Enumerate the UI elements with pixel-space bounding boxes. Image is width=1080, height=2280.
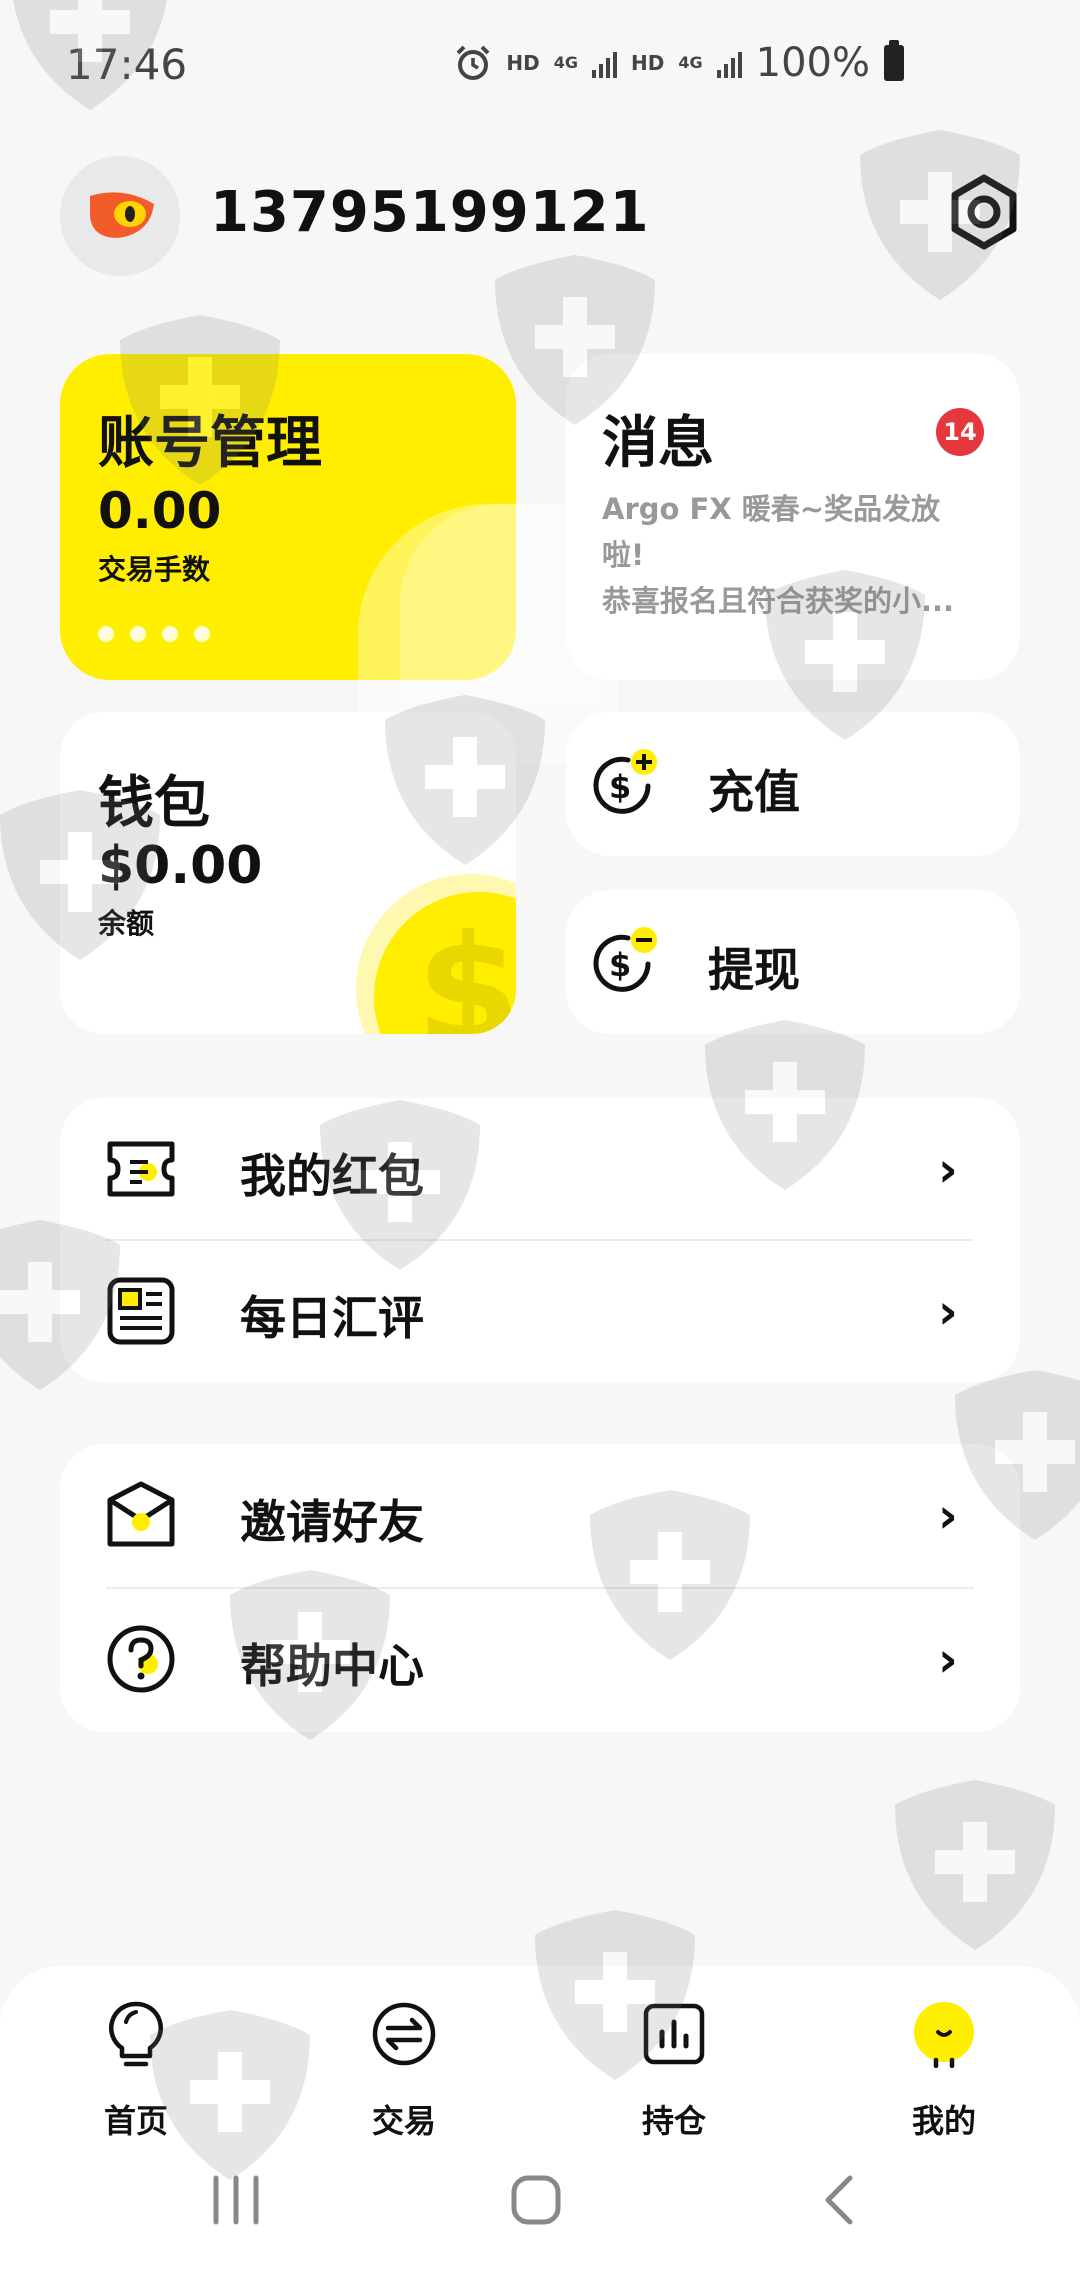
menu-label: 帮助中心: [240, 1639, 424, 1693]
red-packet-icon: [107, 1141, 175, 1197]
gear-icon: [951, 174, 1017, 250]
recent-apps-icon[interactable]: [206, 2170, 266, 2230]
menu-group-features: 我的红包 › 每日汇评 ›: [60, 1098, 1020, 1382]
menu-item-daily-review[interactable]: 每日汇评 ›: [60, 1240, 1020, 1380]
back-icon[interactable]: [810, 2170, 870, 2230]
unread-badge: 14: [936, 408, 984, 456]
recharge-label: 充值: [708, 765, 800, 819]
menu-group-support: 邀请好友 › 帮助中心 ›: [60, 1444, 1020, 1732]
withdraw-icon: $: [593, 927, 657, 992]
wallet-balance-value: $0.00: [98, 836, 263, 896]
menu-label: 每日汇评: [240, 1291, 424, 1345]
message-card-title: 消息: [602, 411, 714, 476]
page-dot: [194, 626, 210, 642]
message-preview-line: Argo FX 暖春~奖品发放: [602, 492, 941, 526]
invite-envelope-icon: [107, 1481, 175, 1547]
tab-profile[interactable]: 我的: [844, 2000, 1044, 2150]
message-card[interactable]: 消息 14 Argo FX 暖春~奖品发放 啦! 恭喜报名且符合获奖的小...: [566, 354, 1020, 680]
recharge-button[interactable]: $ 充值: [566, 712, 1020, 856]
wallet-card[interactable]: $ 钱包 $0.00 余额: [60, 712, 516, 1034]
tab-label: 我的: [911, 2102, 976, 2140]
bottom-navigation: 首页 交易 持仓 我的: [0, 1966, 1080, 2280]
network-label-2: 4G: [678, 53, 703, 72]
tab-label: 首页: [103, 2102, 168, 2140]
chevron-right-icon: ›: [938, 1488, 958, 1544]
wallet-card-title: 钱包: [98, 771, 210, 836]
network-label-1: 4G: [553, 53, 579, 72]
withdraw-label: 提现: [708, 943, 800, 997]
page-indicator: [98, 626, 210, 642]
page-dot: [130, 626, 146, 642]
bulb-icon: [109, 2001, 163, 2067]
hd-label-2: HD: [631, 51, 665, 75]
page-dot: [98, 626, 114, 642]
chart-icon: [643, 2003, 705, 2065]
message-preview-line: 啦!: [602, 538, 645, 572]
page-dot: [162, 626, 178, 642]
message-preview-line: 恭喜报名且符合获奖的小...: [602, 584, 955, 618]
status-bar: 17:46 HD 4G HD 4G 100%: [0, 0, 1080, 130]
tab-home[interactable]: 首页: [36, 2000, 236, 2150]
chevron-right-icon: ›: [938, 1632, 958, 1688]
status-time: 17:46: [66, 40, 188, 89]
menu-item-invite-friends[interactable]: 邀请好友 ›: [60, 1444, 1020, 1584]
signal-icon: [592, 48, 618, 78]
tab-label: 持仓: [641, 2102, 706, 2140]
battery-percent: 100%: [755, 40, 870, 86]
user-phone-number: 13795199121: [210, 180, 650, 245]
battery-icon: [884, 40, 904, 81]
account-card-title: 账号管理: [98, 411, 322, 476]
news-icon: [107, 1277, 175, 1345]
alarm-icon: [457, 45, 490, 80]
settings-button[interactable]: [944, 172, 1024, 252]
chevron-right-icon: ›: [938, 1142, 958, 1198]
menu-label: 邀请好友: [240, 1495, 424, 1549]
trade-lots-label: 交易手数: [98, 553, 211, 586]
avatar[interactable]: [60, 156, 180, 276]
tab-label: 交易: [371, 2102, 436, 2140]
status-icons: HD 4G HD 4G 100%: [454, 40, 904, 86]
signal-icon-2: [716, 48, 742, 78]
svg-text:$: $: [609, 946, 631, 984]
profile-icon: [914, 2002, 974, 2068]
tab-trade[interactable]: 交易: [304, 2000, 504, 2150]
deposit-icon: $: [593, 749, 657, 814]
help-icon: [107, 1625, 175, 1693]
hd-label-1: HD: [506, 51, 540, 75]
exchange-icon: [372, 2002, 436, 2066]
home-button-icon[interactable]: [506, 2170, 566, 2230]
coin-dollar-sign: $: [416, 904, 516, 1034]
wallet-balance-label: 余额: [98, 907, 155, 940]
svg-text:$: $: [609, 768, 631, 806]
menu-item-help-center[interactable]: 帮助中心 ›: [60, 1588, 1020, 1728]
menu-item-red-packet[interactable]: 我的红包 ›: [60, 1098, 1020, 1238]
eye-logo-icon: [90, 192, 154, 238]
tab-positions[interactable]: 持仓: [574, 2000, 774, 2150]
menu-label: 我的红包: [240, 1149, 424, 1203]
account-management-card[interactable]: 账号管理 0.00 交易手数: [60, 354, 618, 764]
withdraw-button[interactable]: $ 提现: [566, 890, 1020, 1034]
trade-lots-value: 0.00: [98, 482, 222, 540]
chevron-right-icon: ›: [938, 1284, 958, 1340]
